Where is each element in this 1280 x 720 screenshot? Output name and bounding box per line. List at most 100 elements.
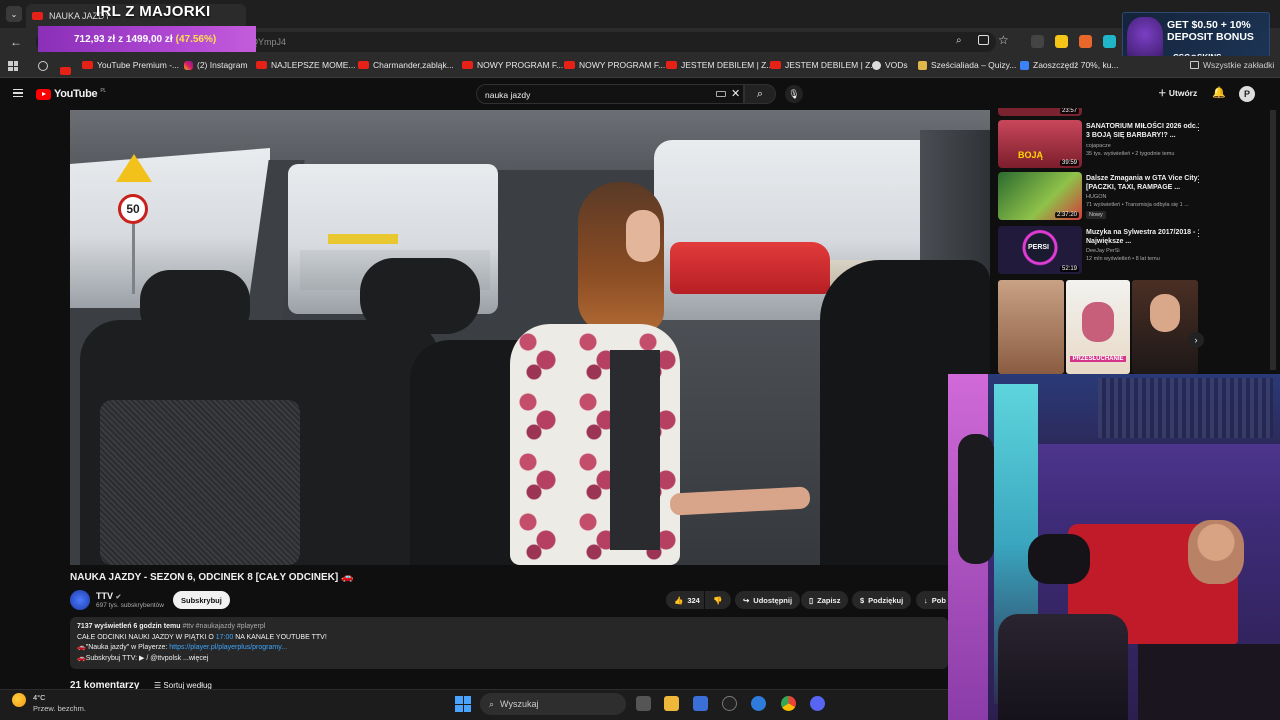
store-icon[interactable] (693, 696, 708, 711)
time-link[interactable]: 17:00 (216, 634, 234, 641)
youtube-logo[interactable]: YouTube PL (36, 88, 106, 100)
youtube-favicon-icon (564, 61, 575, 69)
player-link[interactable]: https://player.pl/playerplus/programy... (169, 644, 287, 651)
bookmark-item[interactable]: (2) Instagram (184, 60, 248, 70)
bookmark-folder-icon[interactable] (38, 61, 48, 71)
settings-icon[interactable] (751, 696, 766, 711)
recommended-video[interactable]: 2:37:20 Dalsze Zmagania w GTA Vice City … (998, 172, 1208, 222)
weather-icon[interactable] (12, 693, 26, 707)
download-button[interactable]: ↓ Pob (916, 591, 948, 609)
windows-start-icon[interactable] (455, 696, 471, 712)
obs-icon[interactable] (722, 696, 737, 711)
taskbar-search[interactable]: ⌕ Wyszukaj (480, 693, 626, 715)
keyboard-icon[interactable] (716, 91, 726, 97)
bookmark-item[interactable]: JESTEM DEBILEM | Z... (666, 60, 773, 70)
search-icon: ⌕ (756, 87, 764, 100)
search-button[interactable]: ⌕ (744, 84, 776, 104)
bookmark-item[interactable]: YouTube Premium -... (82, 60, 179, 70)
bookmark-item[interactable]: NOWY PROGRAM F... (462, 60, 563, 70)
video-thumbnail: BOJĄ 39:59 (998, 120, 1082, 168)
youtube-favicon-icon (82, 61, 93, 69)
short-thumbnail[interactable] (1132, 280, 1198, 374)
scrollbar[interactable] (1270, 110, 1276, 370)
youtube-favicon-icon (256, 61, 267, 69)
short-thumbnail[interactable]: PRZESŁUCHANIE (1066, 280, 1130, 374)
car-emoji-icon: 🚗 (340, 572, 354, 583)
bookmark-item[interactable]: JESTEM DEBILEM | Z... (770, 60, 877, 70)
bookmark-item[interactable]: Sześcialiada – Quizy... (918, 60, 1016, 70)
channel-name[interactable]: TTV ✔ (96, 591, 121, 601)
short-thumbnail[interactable] (998, 280, 1064, 374)
teddy-bear (1188, 520, 1244, 584)
more-options-icon[interactable]: ⋮ (1194, 174, 1203, 185)
profile-avatar[interactable]: P (1239, 86, 1255, 102)
video-title: Dalsze Zmagania w GTA Vice City [PACZKI,… (1086, 175, 1198, 191)
donation-goal: z 1499,00 zł (118, 33, 173, 45)
video-title: NAUKA JAZDY - SEZON 6, ODCINEK 8 [CAŁY O… (70, 572, 354, 583)
apps-grid-icon[interactable] (8, 61, 18, 71)
bookmark-item[interactable]: NOWY PROGRAM F... (564, 60, 665, 70)
bookmark-icon: ▯ (809, 595, 814, 605)
youtube-play-icon (36, 88, 51, 100)
channel-name: cojapacze (1086, 143, 1111, 149)
extension-icon[interactable] (1079, 35, 1092, 48)
subscriber-count: 697 tys. subskrybentów (96, 602, 164, 609)
file-explorer-icon[interactable] (664, 696, 679, 711)
create-button[interactable]: ＋ Utwórz (1158, 87, 1197, 99)
bookmark-item[interactable]: Charmander,zabląk... (358, 60, 454, 70)
quiz-icon (918, 60, 927, 70)
ad-line-1: GET $0.50 + 10% (1167, 19, 1251, 31)
bookmark-item[interactable]: NAJLEPSZE MOME... (256, 60, 356, 70)
mic-icon: 🎙 (788, 88, 800, 99)
recommended-video[interactable]: PERSI 52:19 Muzyka na Sylwestra 2017/201… (998, 226, 1208, 276)
channel-avatar[interactable] (70, 590, 90, 610)
video-meta: 12 mln wyświetleń • 8 lat temu (1086, 256, 1160, 262)
video-player[interactable]: 50 (70, 110, 990, 565)
task-view-icon[interactable] (636, 696, 651, 711)
back-arrow-icon[interactable]: ← (10, 35, 22, 49)
video-thumbnail: PERSI 52:19 (998, 226, 1082, 274)
store-icon (1020, 60, 1029, 70)
donation-amount: 712,93 zł (74, 33, 116, 45)
search-input[interactable]: nauka jazdy (476, 84, 744, 104)
tab-list-button[interactable]: ⌄ (6, 6, 22, 22)
install-app-icon[interactable] (978, 35, 989, 45)
video-thumbnail[interactable]: 23:57 (998, 108, 1082, 116)
chair (998, 614, 1128, 720)
dislike-button[interactable]: 👎 (705, 591, 731, 609)
discord-icon[interactable] (810, 696, 825, 711)
recommended-video[interactable]: BOJĄ 39:59 SANATORIUM MIŁOŚCI 2026 odc. … (998, 120, 1208, 170)
video-thumbnail: 2:37:20 (998, 172, 1082, 220)
youtube-favicon-icon (770, 61, 781, 69)
youtube-favicon-icon (462, 61, 473, 69)
like-button[interactable]: 👍 324 (666, 591, 704, 609)
share-button[interactable]: ↪ Udostępnij (735, 591, 801, 609)
bookmark-item[interactable]: Zaoszczędź 70%, ku... (1020, 60, 1119, 70)
subscribe-button[interactable]: Subskrybuj (173, 591, 230, 609)
menu-icon[interactable] (13, 89, 23, 97)
extension-icon[interactable] (1031, 35, 1044, 48)
view-stats: 7137 wyświetleń 6 godzin temu (77, 623, 181, 630)
globe-icon (872, 60, 881, 70)
more-options-icon[interactable]: ⋮ (1194, 122, 1203, 133)
headrest (360, 258, 480, 334)
save-button[interactable]: ▯ Zapisz (801, 591, 849, 609)
video-title: Muzyka na Sylwestra 2017/2018 - Najwięks… (1086, 229, 1196, 245)
notifications-bell-icon[interactable]: 🔔 (1212, 86, 1226, 99)
voice-search-button[interactable]: 🎙 (785, 85, 803, 103)
extension-icon[interactable] (1103, 35, 1116, 48)
bookmark-youtube-icon[interactable] (60, 62, 71, 80)
thanks-button[interactable]: $ Podziękuj (852, 591, 912, 609)
warning-sign-icon (116, 154, 152, 182)
zoom-icon[interactable]: ⌕ (956, 35, 962, 46)
chrome-icon[interactable] (781, 696, 796, 711)
chevron-right-icon[interactable]: › (1188, 332, 1204, 348)
youtube-favicon-icon (32, 12, 43, 20)
bookmark-star-icon[interactable]: ☆ (998, 33, 1009, 47)
all-bookmarks[interactable]: Wszystkie zakładki (1190, 60, 1274, 70)
more-options-icon[interactable]: ⋮ (1194, 228, 1203, 239)
video-description[interactable]: 7137 wyświetleń 6 godzin temu #ttv #nauk… (70, 617, 948, 669)
bookmark-item[interactable]: VODs (872, 60, 908, 70)
clear-search-icon[interactable]: ✕ (731, 87, 740, 100)
extension-icon[interactable] (1055, 35, 1068, 48)
